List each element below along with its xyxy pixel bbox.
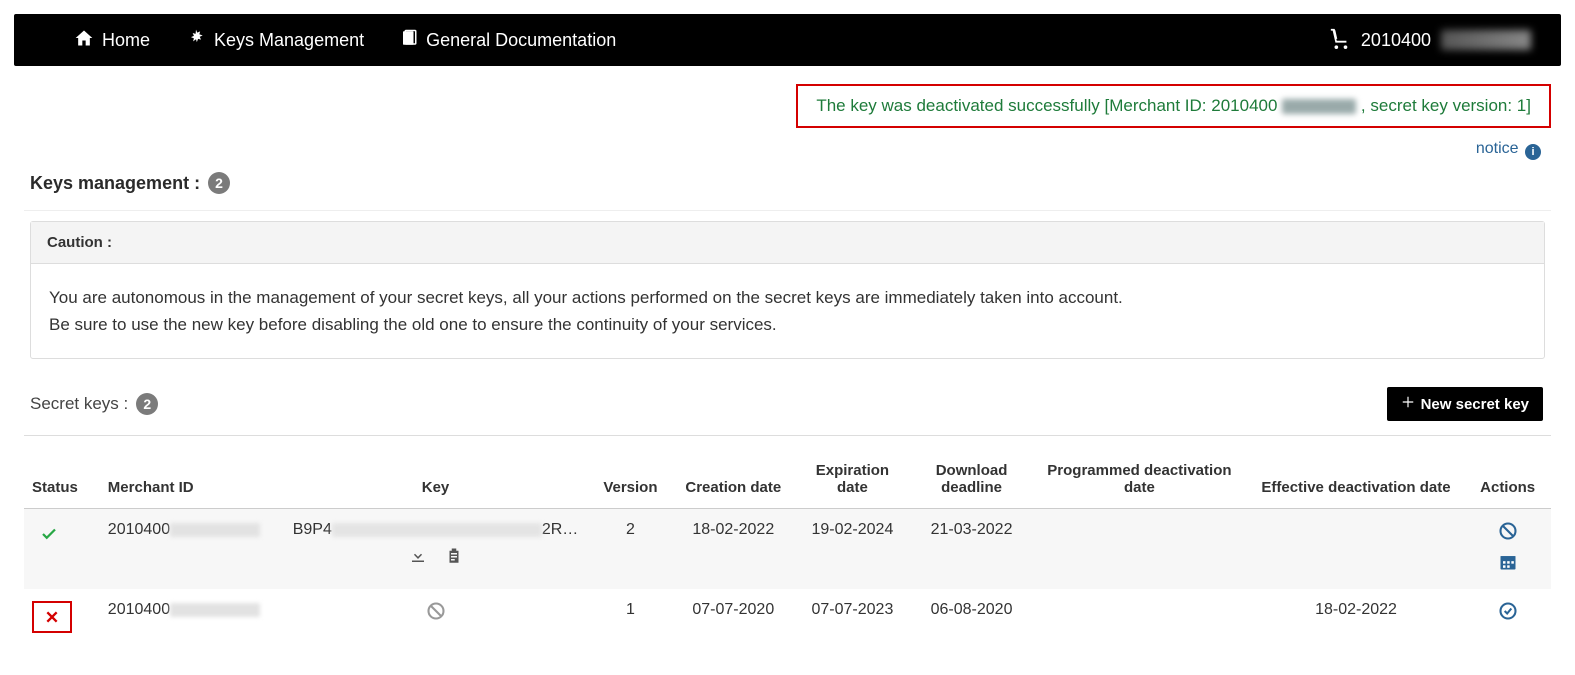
col-version: Version (587, 456, 674, 509)
programmed-cell (1031, 509, 1248, 590)
top-navbar: Home Keys Management General Documentati… (14, 14, 1561, 66)
notice-link[interactable]: notice i (1476, 140, 1541, 157)
merchant-id: 2010400 (108, 521, 170, 538)
status-deactivated (32, 601, 72, 633)
version-cell: 1 (587, 589, 674, 645)
success-prefix: The key was deactivated successfully (816, 96, 1104, 115)
cross-icon (44, 609, 60, 625)
nav-keys-label: Keys Management (214, 30, 364, 51)
deactivate-icon[interactable] (1498, 521, 1518, 546)
starburst-icon (186, 28, 206, 53)
success-suffix: , secret key version: 1] (1361, 96, 1531, 115)
table-row: 2010400 1 07-07-2020 07-07-2023 06-08-20… (24, 589, 1551, 645)
plus-icon (1401, 395, 1415, 413)
caution-panel: Caution : You are autonomous in the mana… (30, 221, 1545, 359)
download-cell: 06-08-2020 (912, 589, 1031, 645)
nav-docs-label: General Documentation (426, 30, 616, 51)
new-secret-key-button[interactable]: New secret key (1387, 387, 1543, 421)
col-effective: Effective deactivation date (1248, 456, 1465, 509)
key-disabled-icon (426, 608, 446, 625)
nav-home-label: Home (102, 30, 150, 51)
check-icon (40, 525, 58, 543)
col-status: Status (24, 456, 100, 509)
nav-merchant-id: 2010400 (1361, 30, 1431, 51)
success-banner: The key was deactivated successfully [Me… (796, 84, 1551, 128)
download-cell: 21-03-2022 (912, 509, 1031, 590)
secret-keys-table: Status Merchant ID Key Version Creation … (24, 456, 1551, 645)
programmed-cell (1031, 589, 1248, 645)
confirm-icon[interactable] (1498, 608, 1518, 625)
col-programmed: Programmed deactivation date (1031, 456, 1248, 509)
caution-line2: Be sure to use the new key before disabl… (49, 311, 1526, 338)
home-icon (74, 28, 94, 53)
col-download: Download deadline (912, 456, 1031, 509)
merchant-blur (170, 523, 260, 537)
effective-cell: 18-02-2022 (1248, 589, 1465, 645)
secret-keys-title-text: Secret keys : (30, 394, 128, 414)
nav-merchant-blur (1441, 30, 1531, 50)
caution-line1: You are autonomous in the management of … (49, 284, 1526, 311)
col-key: Key (284, 456, 587, 509)
download-icon[interactable] (409, 547, 427, 570)
col-merchant: Merchant ID (100, 456, 284, 509)
creation-cell: 07-07-2020 (674, 589, 793, 645)
effective-cell (1248, 509, 1465, 590)
cart-icon (1329, 27, 1351, 54)
merchant-blur (170, 603, 260, 617)
col-actions: Actions (1464, 456, 1551, 509)
col-expiration: Expiration date (793, 456, 912, 509)
secret-keys-title: Secret keys : 2 (30, 393, 158, 415)
document-icon (400, 29, 418, 52)
page-title-text: Keys management : (30, 173, 200, 194)
key-blur (332, 523, 542, 537)
secret-keys-count: 2 (136, 393, 158, 415)
col-creation: Creation date (674, 456, 793, 509)
merchant-id: 2010400 (108, 601, 170, 618)
info-icon: i (1525, 144, 1541, 160)
creation-cell: 18-02-2022 (674, 509, 793, 590)
status-active (32, 521, 66, 547)
nav-merchant[interactable]: 2010400 (1329, 27, 1531, 54)
new-secret-key-label: New secret key (1421, 396, 1529, 413)
nav-keys[interactable]: Keys Management (186, 28, 364, 53)
caution-heading: Caution : (31, 222, 1544, 264)
notice-label: notice (1476, 140, 1519, 157)
page-title: Keys management : 2 (24, 168, 1551, 210)
calendar-icon[interactable] (1498, 552, 1518, 577)
key-prefix: B9P4 (293, 521, 332, 538)
clipboard-icon[interactable] (445, 547, 463, 570)
success-bracket-open: [Merchant ID: (1105, 96, 1212, 115)
nav-home[interactable]: Home (74, 28, 150, 53)
success-merchant-blur (1282, 99, 1356, 114)
table-row: 2010400 B9P42R… 2 18-02-2022 19-02- (24, 509, 1551, 590)
nav-docs[interactable]: General Documentation (400, 29, 616, 52)
key-suffix: 2R… (542, 521, 578, 538)
success-merchant-id: 2010400 (1211, 96, 1277, 115)
expiration-cell: 07-07-2023 (793, 589, 912, 645)
expiration-cell: 19-02-2024 (793, 509, 912, 590)
page-title-count: 2 (208, 172, 230, 194)
version-cell: 2 (587, 509, 674, 590)
